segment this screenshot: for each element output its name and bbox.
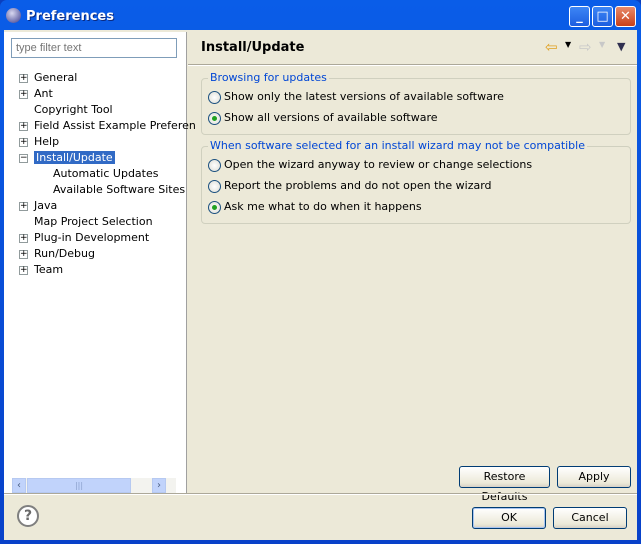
scroll-right-icon[interactable]: ›	[152, 478, 166, 493]
maximize-icon: □	[596, 9, 609, 24]
radio-icon	[208, 158, 221, 172]
tree-item-label: Plug-in Development	[34, 231, 150, 244]
radio-open-wizard[interactable]: Open the wizard anyway to review or chan…	[208, 158, 532, 172]
tree-item-label: Install/Update	[34, 151, 115, 164]
maximize-button[interactable]: □	[592, 6, 613, 27]
group-legend: Browsing for updates	[208, 71, 329, 84]
expand-icon[interactable]: +	[19, 234, 28, 243]
tree-item-label: Copyright Tool	[34, 103, 113, 116]
radio-label: Show all versions of available software	[224, 111, 438, 124]
tree-item[interactable]: Available Software Sites	[53, 182, 185, 198]
radio-label: Ask me what to do when it happens	[224, 200, 422, 213]
filter-input[interactable]	[11, 38, 177, 58]
tree-item-label: Ant	[34, 87, 53, 100]
preferences-window: Preferences _ □ ✕ + General + Ant Copyright …	[0, 0, 641, 544]
close-button[interactable]: ✕	[615, 6, 636, 27]
title-bar[interactable]: Preferences _ □ ✕	[0, 0, 641, 30]
cancel-button[interactable]: Cancel	[553, 507, 627, 529]
collapse-icon[interactable]: −	[19, 154, 28, 163]
radio-label: Open the wizard anyway to review or chan…	[224, 158, 533, 171]
scroll-left-icon[interactable]: ‹	[12, 478, 26, 493]
preference-page: Install/Update ⇦ ▼ ⇨ ▼ ▼ Browsing for up…	[188, 32, 637, 503]
radio-icon	[208, 90, 221, 104]
page-navigation: ⇦ ▼ ⇨ ▼ ▼	[541, 38, 631, 56]
forward-arrow-icon: ⇨	[579, 38, 592, 56]
tree-item[interactable]: + Java	[19, 198, 58, 214]
expand-icon[interactable]: +	[19, 74, 28, 83]
radio-all-versions[interactable]: Show all versions of available software	[208, 111, 438, 125]
help-icon[interactable]: ?	[17, 505, 39, 527]
tree-item-label: Help	[34, 135, 60, 148]
compatibility-group: When software selected for an install wi…	[201, 139, 631, 224]
expand-icon[interactable]: +	[19, 138, 28, 147]
header-separator	[188, 64, 637, 66]
footer-separator	[4, 493, 637, 495]
radio-latest-versions[interactable]: Show only the latest versions of availab…	[208, 90, 504, 104]
forward-dropdown-icon: ▼	[599, 40, 606, 49]
tree-item-label: Automatic Updates	[53, 167, 159, 180]
apply-button[interactable]: Apply	[557, 466, 631, 488]
tree-item-label: Run/Debug	[34, 247, 95, 260]
view-menu-icon[interactable]: ▼	[617, 40, 625, 53]
tree-item[interactable]: + Field Assist Example Preferen	[19, 118, 196, 134]
horizontal-scrollbar[interactable]: ‹ ||| ›	[12, 478, 176, 493]
ok-button[interactable]: OK	[472, 507, 546, 529]
tree-item-label: General	[34, 71, 78, 84]
tree-item[interactable]: Copyright Tool	[34, 102, 113, 118]
expand-icon[interactable]: +	[19, 266, 28, 275]
tree-item-label: Field Assist Example Preferen	[34, 119, 196, 132]
restore-defaults-button[interactable]: Restore Defaults	[459, 466, 550, 503]
expand-icon[interactable]: +	[19, 90, 28, 99]
radio-label: Report the problems and do not open the …	[224, 179, 492, 192]
window-title: Preferences	[26, 9, 114, 24]
tree-item-label: Java	[34, 199, 58, 212]
tree-item[interactable]: + Run/Debug	[19, 246, 95, 262]
expand-icon[interactable]: +	[19, 122, 28, 131]
browsing-group: Browsing for updates Show only the lates…	[201, 71, 631, 135]
tree-item[interactable]: Automatic Updates	[53, 166, 158, 182]
radio-ask-me[interactable]: Ask me what to do when it happens	[208, 200, 422, 214]
preference-tree-panel: + General + Ant Copyright Tool + Field Assist …	[4, 32, 196, 493]
page-title: Install/Update	[201, 40, 305, 55]
tree-item-label: Available Software Sites	[53, 183, 186, 196]
radio-label: Show only the latest versions of availab…	[224, 90, 504, 103]
eclipse-icon	[6, 8, 21, 23]
tree-item[interactable]: + Ant	[19, 86, 53, 102]
back-arrow-icon[interactable]: ⇦	[545, 38, 558, 56]
tree-item[interactable]: + Help	[19, 134, 60, 150]
group-legend: When software selected for an install wi…	[208, 139, 587, 152]
back-dropdown-icon[interactable]: ▼	[565, 40, 571, 49]
tree-item[interactable]: + General	[19, 70, 78, 86]
minimize-button[interactable]: _	[569, 6, 590, 27]
tree-item[interactable]: − Install/Update	[19, 150, 115, 166]
tree-item[interactable]: + Plug-in Development	[19, 230, 150, 246]
tree-item-label: Team	[34, 263, 64, 276]
expand-icon[interactable]: +	[19, 250, 28, 259]
dialog-body: + General + Ant Copyright Tool + Field Assist …	[4, 30, 637, 540]
radio-report-problems[interactable]: Report the problems and do not open the …	[208, 179, 492, 193]
radio-checked-icon	[208, 111, 221, 125]
tree-item[interactable]: Map Project Selection	[34, 214, 153, 230]
tree-item[interactable]: + Team	[19, 262, 64, 278]
close-icon: ✕	[620, 9, 631, 24]
scroll-thumb[interactable]: |||	[27, 478, 131, 493]
radio-icon	[208, 179, 221, 193]
minimize-icon: _	[576, 9, 583, 24]
tree-item-label: Map Project Selection	[34, 215, 153, 228]
expand-icon[interactable]: +	[19, 202, 28, 211]
radio-checked-icon	[208, 200, 221, 214]
